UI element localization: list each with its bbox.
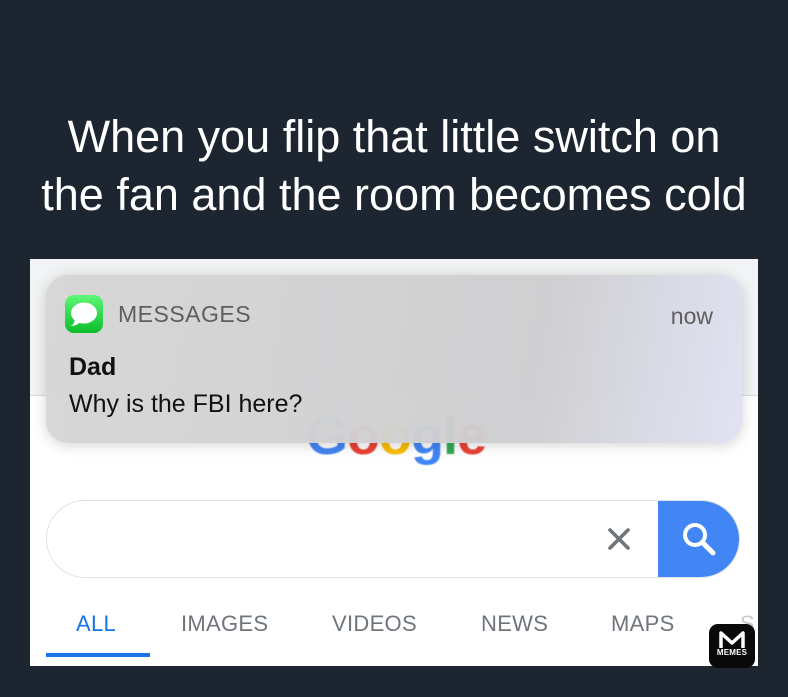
- tab-news[interactable]: NEWS: [481, 611, 548, 637]
- search-tabs: ALL IMAGES VIDEOS NEWS MAPS S: [30, 605, 758, 657]
- tab-maps[interactable]: MAPS: [611, 611, 675, 637]
- search-button[interactable]: [658, 501, 739, 577]
- notification-message: Why is the FBI here?: [69, 390, 303, 418]
- messages-notification[interactable]: MESSAGES now Dad Why is the FBI here?: [46, 275, 742, 443]
- messages-app-icon: [65, 295, 103, 333]
- search-input[interactable]: [73, 515, 577, 563]
- tab-videos[interactable]: VIDEOS: [332, 611, 417, 637]
- memes-watermark-logo: MEMES: [709, 624, 755, 668]
- notification-sender: Dad: [69, 353, 117, 381]
- magnifier-icon: [682, 523, 715, 556]
- clear-search-button[interactable]: [597, 513, 641, 565]
- tab-all[interactable]: ALL: [76, 611, 116, 637]
- notification-time: now: [670, 303, 713, 329]
- meme-caption: When you flip that little switch on the …: [0, 108, 788, 224]
- messages-bubble-icon: [70, 302, 97, 326]
- tab-images[interactable]: IMAGES: [181, 611, 268, 637]
- close-icon: [608, 528, 630, 550]
- active-tab-indicator: [46, 653, 150, 657]
- notification-app-name: MESSAGES: [118, 301, 252, 327]
- caption-line-2: the fan and the room becomes cold: [41, 169, 747, 220]
- search-box: [46, 500, 740, 578]
- watermark-label: MEMES: [716, 648, 748, 657]
- caption-line-1: When you flip that little switch on: [67, 111, 721, 162]
